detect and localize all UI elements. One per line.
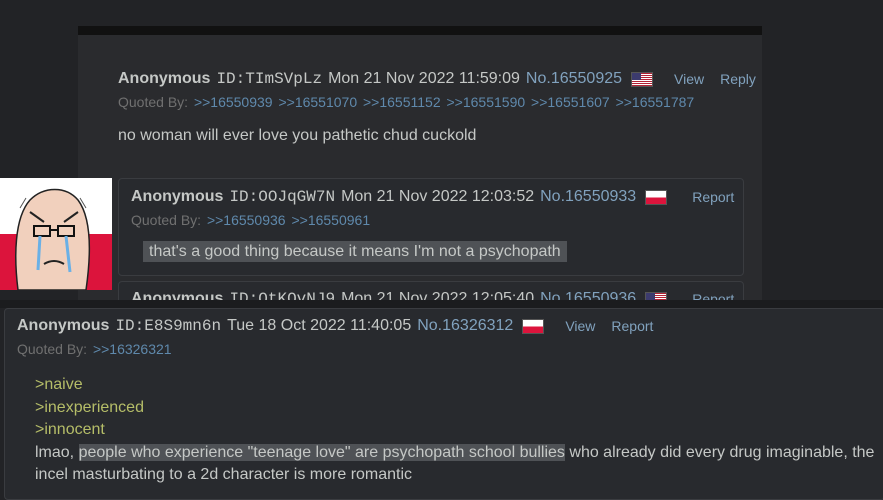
popup-shadow [0,300,883,308]
greentext-line: >naive [35,376,83,393]
post-16550925: Anonymous ID:TImSVpLz Mon 21 Nov 2022 11… [118,70,756,145]
body-line: lmao, people who experience "teenage lov… [35,442,874,465]
poster-id[interactable]: ID:E8S9mn6n [115,317,221,335]
reply-post-16550933: Anonymous ID:OOJqGW7N Mon 21 Nov 2022 12… [118,178,744,276]
report-link[interactable]: Report [611,318,653,334]
quoted-by: Quoted By: >>16326321 [17,341,874,357]
post-number-link[interactable]: No.16326312 [417,317,513,335]
top-divider [78,26,762,35]
poster-name: Anonymous [17,317,110,334]
quoted-by: Quoted By: >>16550939 >>16551070 >>16551… [118,94,756,110]
poster-id[interactable]: ID:OOJqGW7N [229,188,335,206]
poster-id[interactable]: ID:TImSVpLz [216,70,322,88]
quote-link[interactable]: >>16551590 [447,94,526,110]
body-line: incel masturbating to a 2d character is … [35,466,413,483]
view-link[interactable]: View [674,71,704,87]
post-number-link[interactable]: No.16550925 [526,70,622,88]
post-date: Mon 21 Nov 2022 12:03:52 [341,188,535,205]
hover-preview-post-16326312: Anonymous ID:E8S9mn6n Tue 18 Oct 2022 11… [4,308,883,500]
quote-link[interactable]: >>16550939 [194,94,273,110]
post-body: >naive >inexperienced >innocent lmao, pe… [35,374,874,487]
us-flag-icon [632,72,653,86]
post-number-link[interactable]: No.16550933 [540,188,636,206]
greentext-line: >innocent [35,421,105,438]
view-link[interactable]: View [565,318,595,334]
quoted-by-label: Quoted By: [118,94,189,110]
body-text: who already did every drug imaginable, t… [564,443,875,461]
crying-wojak-image [0,178,112,290]
quote-link[interactable]: >>16550936 [207,212,286,228]
post-body: no woman will ever love you pathetic chu… [118,127,477,144]
report-link[interactable]: Report [692,189,734,205]
poster-name: Anonymous [118,70,211,87]
quoted-by-label: Quoted By: [17,341,88,357]
quoted-by: Quoted By: >>16550936 >>16550961 [131,212,734,228]
body-text: lmao, [35,443,79,461]
quote-link[interactable]: >>16551607 [531,94,610,110]
quoted-by-label: Quoted By: [131,212,202,228]
poland-flag-icon [646,190,667,204]
greentext-line: >inexperienced [35,398,144,416]
quote-link[interactable]: >>16550961 [291,212,370,228]
post-date: Mon 21 Nov 2022 11:59:09 [328,70,520,87]
selected-text: people who experience "teenage love" are… [78,443,565,461]
post-date: Tue 18 Oct 2022 11:40:05 [227,317,412,334]
reply-link[interactable]: Reply [720,71,756,87]
poland-flag-icon [523,319,544,333]
quote-link[interactable]: >>16551787 [616,94,695,110]
quote-link[interactable]: >>16551152 [363,94,441,110]
post-body: that's a good thing because it means I'm… [143,241,567,262]
quote-link[interactable]: >>16326321 [93,341,172,357]
poster-name: Anonymous [131,188,224,205]
quote-link[interactable]: >>16551070 [278,94,357,110]
